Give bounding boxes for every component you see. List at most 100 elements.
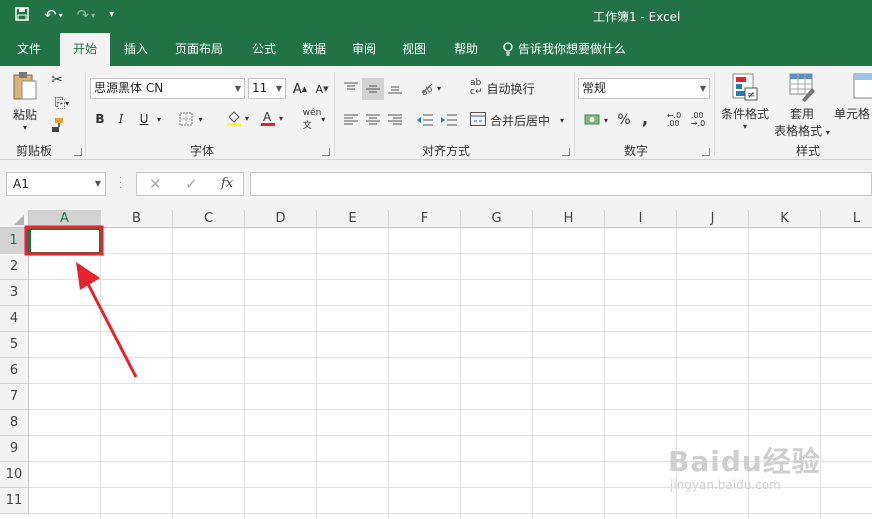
redo-dropdown-icon[interactable]: ▾ <box>91 11 95 26</box>
phonetic-guide-icon[interactable]: wén 文 ▾ <box>298 108 330 131</box>
italic-button[interactable]: I <box>113 110 129 128</box>
name-box[interactable]: A1 ▼ <box>6 172 106 196</box>
row-header-11[interactable]: 11 <box>0 488 29 514</box>
underline-button[interactable]: U <box>136 110 152 128</box>
cell-a1[interactable] <box>29 228 101 254</box>
chevron-down-icon: ▾ <box>742 122 747 131</box>
row-header-1[interactable]: 1 <box>0 228 29 254</box>
increase-font-size-icon[interactable]: A ▲ <box>292 80 308 98</box>
clipboard-launcher-icon[interactable] <box>74 148 82 156</box>
redo-icon[interactable]: ↷ <box>77 6 90 26</box>
enter-icon[interactable]: ✓ <box>185 175 198 193</box>
row-header-3[interactable]: 3 <box>0 280 29 306</box>
row-header-7[interactable]: 7 <box>0 384 29 410</box>
column-header-c[interactable]: C <box>173 210 245 228</box>
group-separator <box>85 72 86 156</box>
tab-view[interactable]: 视图 <box>394 33 434 66</box>
tab-file[interactable]: 文件 <box>6 33 52 66</box>
column-header-l[interactable]: L <box>821 210 872 228</box>
format-painter-icon[interactable] <box>48 116 66 134</box>
customize-toolbar-icon[interactable]: ▾ <box>109 9 114 26</box>
column-header-f[interactable]: F <box>389 210 461 228</box>
borders-button[interactable]: ▾ <box>176 110 206 128</box>
row-header-10[interactable]: 10 <box>0 462 29 488</box>
decrease-indent-icon[interactable] <box>416 110 434 130</box>
tab-data[interactable]: 数据 <box>294 33 334 66</box>
column-header-h[interactable]: H <box>533 210 605 228</box>
percent-button[interactable]: % <box>616 110 632 130</box>
insert-function-button[interactable]: fx <box>221 176 233 191</box>
row-header-4[interactable]: 4 <box>0 306 29 332</box>
row-header-9[interactable]: 9 <box>0 436 29 462</box>
bottom-align-icon[interactable] <box>386 78 404 98</box>
gridline <box>316 228 317 519</box>
cell-styles-button[interactable]: 单元格 <box>834 72 872 140</box>
tab-formulas[interactable]: 公式 <box>244 33 284 66</box>
tab-review[interactable]: 审阅 <box>344 33 384 66</box>
drag-handle-icon[interactable]: · · · <box>119 174 122 194</box>
column-header-i[interactable]: I <box>605 210 677 228</box>
clipboard-icon <box>12 71 38 104</box>
chevron-down-icon: ▾ <box>560 115 565 125</box>
number-launcher-icon[interactable] <box>702 148 710 156</box>
middle-align-icon[interactable] <box>362 78 384 100</box>
top-align-icon[interactable] <box>342 78 360 98</box>
increase-indent-icon[interactable] <box>440 110 458 130</box>
column-header-j[interactable]: J <box>677 210 749 228</box>
bold-button[interactable]: B <box>92 110 108 128</box>
column-header-e[interactable]: E <box>317 210 389 228</box>
save-icon[interactable] <box>14 6 30 26</box>
undo-dropdown-icon[interactable]: ▾ <box>59 11 63 26</box>
title-bar: ↶ ▾ ↷ ▾ ▾ 工作簿1 - Excel <box>0 0 872 33</box>
alignment-launcher-icon[interactable] <box>562 148 570 156</box>
align-center-icon[interactable] <box>364 110 382 130</box>
underline-dropdown-icon[interactable]: ▾ <box>154 110 164 128</box>
copy-icon[interactable]: ⎘ ▾ <box>48 94 76 112</box>
tab-help[interactable]: 帮助 <box>446 33 486 66</box>
font-name-combo[interactable]: 思源黑体 CN ▼ <box>90 78 245 99</box>
row-header-8[interactable]: 8 <box>0 410 29 436</box>
column-header-g[interactable]: G <box>461 210 533 228</box>
cut-icon[interactable]: ✂ <box>48 71 66 89</box>
formula-input[interactable] <box>250 172 872 196</box>
tab-insert[interactable]: 插入 <box>116 33 156 66</box>
undo-icon[interactable]: ↶ <box>44 6 57 26</box>
font-color-button[interactable]: A ▾ <box>256 108 286 128</box>
accounting-format-icon[interactable]: ▾ <box>580 110 612 130</box>
increase-decimal-icon[interactable]: ←.0.00 <box>664 110 684 130</box>
tab-home[interactable]: 开始 <box>60 33 110 66</box>
column-header-k[interactable]: K <box>749 210 821 228</box>
tell-me-box[interactable]: 告诉我你想要做什么 <box>502 33 636 66</box>
watermark-url: jingyan.baidu.com <box>670 478 781 492</box>
decrease-decimal-icon[interactable]: .00 →.0 <box>688 110 708 130</box>
comma-style-button[interactable]: , <box>638 108 652 128</box>
format-as-table-label-2: 表格格式 ▾ <box>774 124 830 138</box>
gridline <box>244 228 245 519</box>
column-header-a[interactable]: A <box>29 210 101 228</box>
align-right-icon[interactable] <box>386 110 404 130</box>
gridline <box>532 228 533 519</box>
fill-color-button[interactable]: ▾ <box>222 108 252 128</box>
merge-center-button[interactable]: 合并后居中 ▾ <box>470 108 570 132</box>
cancel-icon[interactable]: ✕ <box>149 175 162 193</box>
select-all-button[interactable] <box>0 210 29 228</box>
watermark: Baidu经验 jingyan.baidu.com <box>668 440 868 500</box>
number-format-combo[interactable]: 常规 ▼ <box>578 78 710 99</box>
row-header-5[interactable]: 5 <box>0 332 29 358</box>
gridline <box>29 409 872 410</box>
decrease-font-size-icon[interactable]: A ▼ <box>314 80 330 98</box>
wrap-text-button[interactable]: ab c↵ 自动换行 <box>470 76 570 100</box>
orientation-icon[interactable]: ab ▾ <box>416 78 444 98</box>
align-left-icon[interactable] <box>342 110 360 130</box>
column-header-d[interactable]: D <box>245 210 317 228</box>
gridline <box>29 279 872 280</box>
tab-page-layout[interactable]: 页面布局 <box>166 33 232 66</box>
format-as-table-button[interactable]: 套用 表格格式 ▾ <box>772 72 832 140</box>
font-size-combo[interactable]: 11 ▼ <box>248 78 286 99</box>
column-header-b[interactable]: B <box>101 210 173 228</box>
conditional-formatting-button[interactable]: ≠ 条件格式 ▾ <box>718 72 772 140</box>
row-header-2[interactable]: 2 <box>0 254 29 280</box>
paste-button[interactable]: 粘贴 ▾ <box>8 71 42 132</box>
row-header-6[interactable]: 6 <box>0 358 29 384</box>
font-launcher-icon[interactable] <box>322 148 330 156</box>
